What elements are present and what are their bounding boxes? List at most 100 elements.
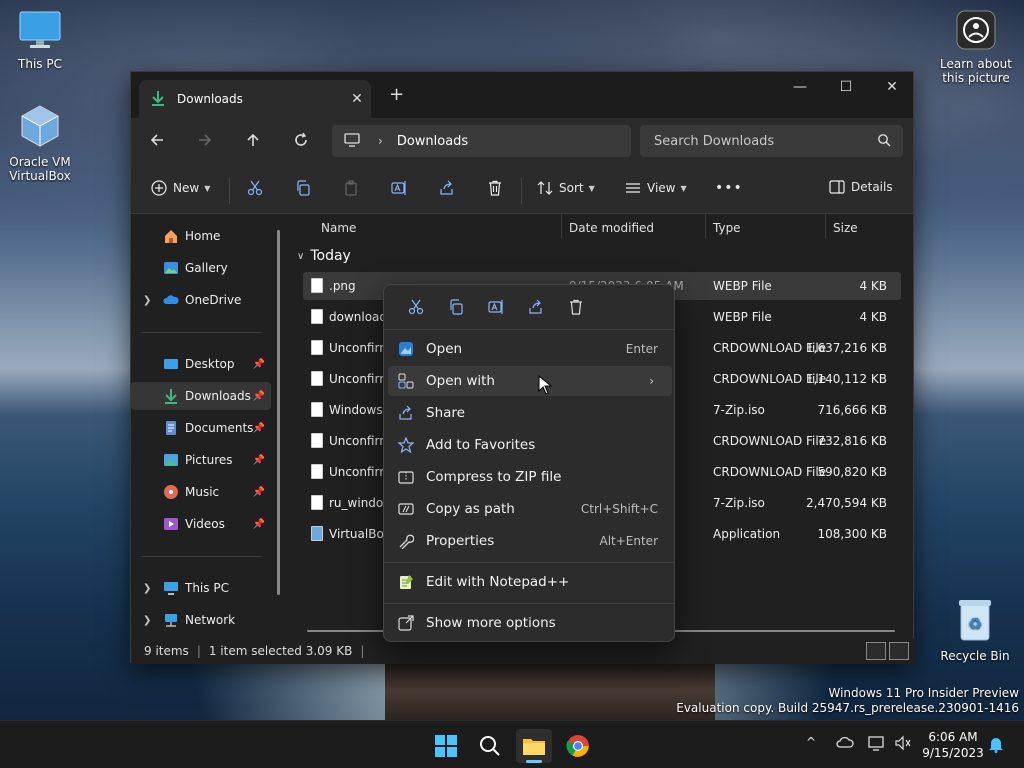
desktop-icon-learn-picture[interactable]: Learn about this picture [934, 10, 1018, 85]
watermark-line2: Evaluation copy. Build 25947.rs_prerelea… [676, 701, 1019, 715]
sidebar-item-network[interactable]: ❯ Network [131, 606, 271, 634]
pin-icon[interactable]: 📌 [253, 359, 265, 370]
details-pane-button[interactable]: Details [829, 180, 893, 194]
image-file-icon [311, 309, 323, 324]
rename-button[interactable] [391, 180, 407, 196]
share-icon [398, 405, 414, 421]
column-header-type[interactable]: Type [713, 214, 741, 242]
pin-icon[interactable]: 📌 [253, 391, 265, 402]
search-input[interactable]: Search Downloads [640, 125, 903, 157]
menu-item-add-favorites[interactable]: Add to Favorites [388, 430, 672, 460]
sidebar-item-home[interactable]: Home [131, 222, 271, 250]
close-button[interactable]: ✕ [869, 72, 915, 102]
sidebar-item-this-pc[interactable]: ❯ This PC [131, 574, 271, 602]
chrome-taskbar-button[interactable] [560, 729, 596, 763]
download-arrow-icon [151, 90, 165, 109]
search-button[interactable] [472, 729, 508, 763]
sidebar-item-pictures[interactable]: Pictures 📌 [131, 446, 271, 474]
notification-bell-icon[interactable] [988, 735, 1004, 757]
cut-button[interactable] [247, 180, 263, 196]
desktop-icon-this-pc[interactable]: This PC [0, 10, 80, 71]
tiles-view-button[interactable] [889, 642, 909, 660]
pin-icon[interactable]: 📌 [253, 455, 265, 466]
minimize-button[interactable]: — [777, 72, 823, 102]
menu-item-notepadpp[interactable]: Edit with Notepad++ [388, 567, 672, 597]
paste-button[interactable] [343, 180, 359, 196]
menu-divider [384, 562, 674, 563]
virtualbox-icon [311, 526, 323, 541]
chevron-right-icon[interactable]: ❯ [143, 295, 151, 306]
forward-button[interactable] [197, 132, 213, 152]
start-button[interactable] [428, 729, 464, 763]
file-explorer-taskbar-button[interactable] [516, 729, 552, 763]
sidebar-item-gallery[interactable]: Gallery [131, 254, 271, 282]
show-hidden-icons-button[interactable]: ^ [806, 735, 816, 749]
tab-close-button[interactable]: ✕ [343, 91, 371, 107]
menu-item-compress-zip[interactable]: Compress to ZIP file [388, 462, 672, 492]
more-options-button[interactable]: ••• [715, 180, 743, 196]
sidebar-item-documents[interactable]: Documents 📌 [131, 414, 271, 442]
chevron-down-icon: ∨ [297, 250, 305, 262]
refresh-button[interactable] [293, 132, 309, 152]
recycle-bin-icon: ♻ [935, 598, 1015, 645]
zip-folder-icon [398, 469, 414, 485]
column-header-name[interactable]: Name [321, 214, 356, 242]
cut-icon[interactable] [396, 295, 436, 319]
share-icon[interactable] [516, 295, 556, 319]
tab-downloads[interactable]: Downloads ✕ [139, 80, 371, 118]
address-bar[interactable]: › Downloads [332, 125, 631, 157]
sort-button[interactable]: Sort ▼ [537, 180, 595, 196]
menu-item-properties[interactable]: Properties Alt+Enter [388, 526, 672, 556]
sidebar-item-desktop[interactable]: Desktop 📌 [131, 350, 271, 378]
column-divider[interactable] [825, 214, 826, 238]
copy-icon[interactable] [436, 295, 476, 319]
share-button[interactable] [439, 180, 455, 196]
system-clock[interactable]: 6:06 AM 9/15/2023 [918, 729, 988, 761]
delete-button[interactable] [487, 180, 503, 196]
back-button[interactable] [149, 132, 165, 152]
column-divider[interactable] [705, 214, 706, 238]
search-placeholder: Search Downloads [654, 133, 775, 149]
menu-shortcut: Ctrl+Shift+C [580, 502, 658, 516]
column-header-size[interactable]: Size [833, 214, 858, 242]
group-header-today[interactable]: ∨ Today [297, 248, 351, 264]
wrench-icon [398, 533, 415, 550]
desktop-icon-virtualbox[interactable]: Oracle VM VirtualBox [0, 104, 80, 183]
sidebar-item-downloads[interactable]: Downloads 📌 [131, 382, 271, 410]
volume-muted-icon[interactable] [894, 735, 912, 755]
up-button[interactable] [245, 132, 261, 152]
sidebar-item-music[interactable]: Music 📌 [131, 478, 271, 506]
menu-item-share[interactable]: Share [388, 398, 672, 428]
toolbar-divider [229, 178, 230, 204]
chevron-right-icon[interactable]: ❯ [143, 615, 151, 626]
file-size: 1,637,216 KB [806, 341, 887, 355]
pin-icon[interactable]: 📌 [253, 423, 265, 434]
menu-item-show-more[interactable]: Show more options [388, 608, 672, 638]
chevron-right-icon[interactable]: ❯ [143, 583, 151, 594]
desktop-icon-label: Learn about this picture [940, 57, 1012, 85]
desktop-icon-recycle-bin[interactable]: ♻ Recycle Bin [935, 598, 1015, 663]
new-button[interactable]: New ▼ [151, 180, 210, 196]
pin-icon[interactable]: 📌 [253, 519, 265, 530]
column-header-date[interactable]: Date modified [569, 214, 654, 242]
copy-button[interactable] [295, 180, 311, 196]
pin-icon[interactable]: 📌 [253, 487, 265, 498]
maximize-button[interactable]: ☐ [823, 72, 869, 102]
chevron-down-icon: ▼ [204, 183, 211, 193]
onedrive-tray-icon[interactable] [836, 735, 854, 753]
breadcrumb-downloads[interactable]: Downloads [397, 134, 468, 149]
sidebar-item-onedrive[interactable]: ❯ OneDrive [131, 286, 271, 314]
sidebar-scrollbar[interactable] [277, 230, 280, 595]
sidebar-item-videos[interactable]: Videos 📌 [131, 510, 271, 538]
details-view-button[interactable] [866, 642, 886, 660]
network-tray-icon[interactable] [868, 735, 886, 755]
menu-item-open-with[interactable]: Open with › [388, 366, 672, 396]
menu-item-copy-path[interactable]: Copy as path Ctrl+Shift+C [388, 494, 672, 524]
view-button[interactable]: View ▼ [625, 180, 687, 196]
new-tab-button[interactable]: + [389, 84, 404, 105]
trash-icon[interactable] [556, 295, 596, 319]
network-icon [163, 612, 179, 628]
rename-icon[interactable] [476, 295, 516, 319]
menu-item-open[interactable]: Open Enter [388, 334, 672, 364]
column-divider[interactable] [561, 214, 562, 238]
